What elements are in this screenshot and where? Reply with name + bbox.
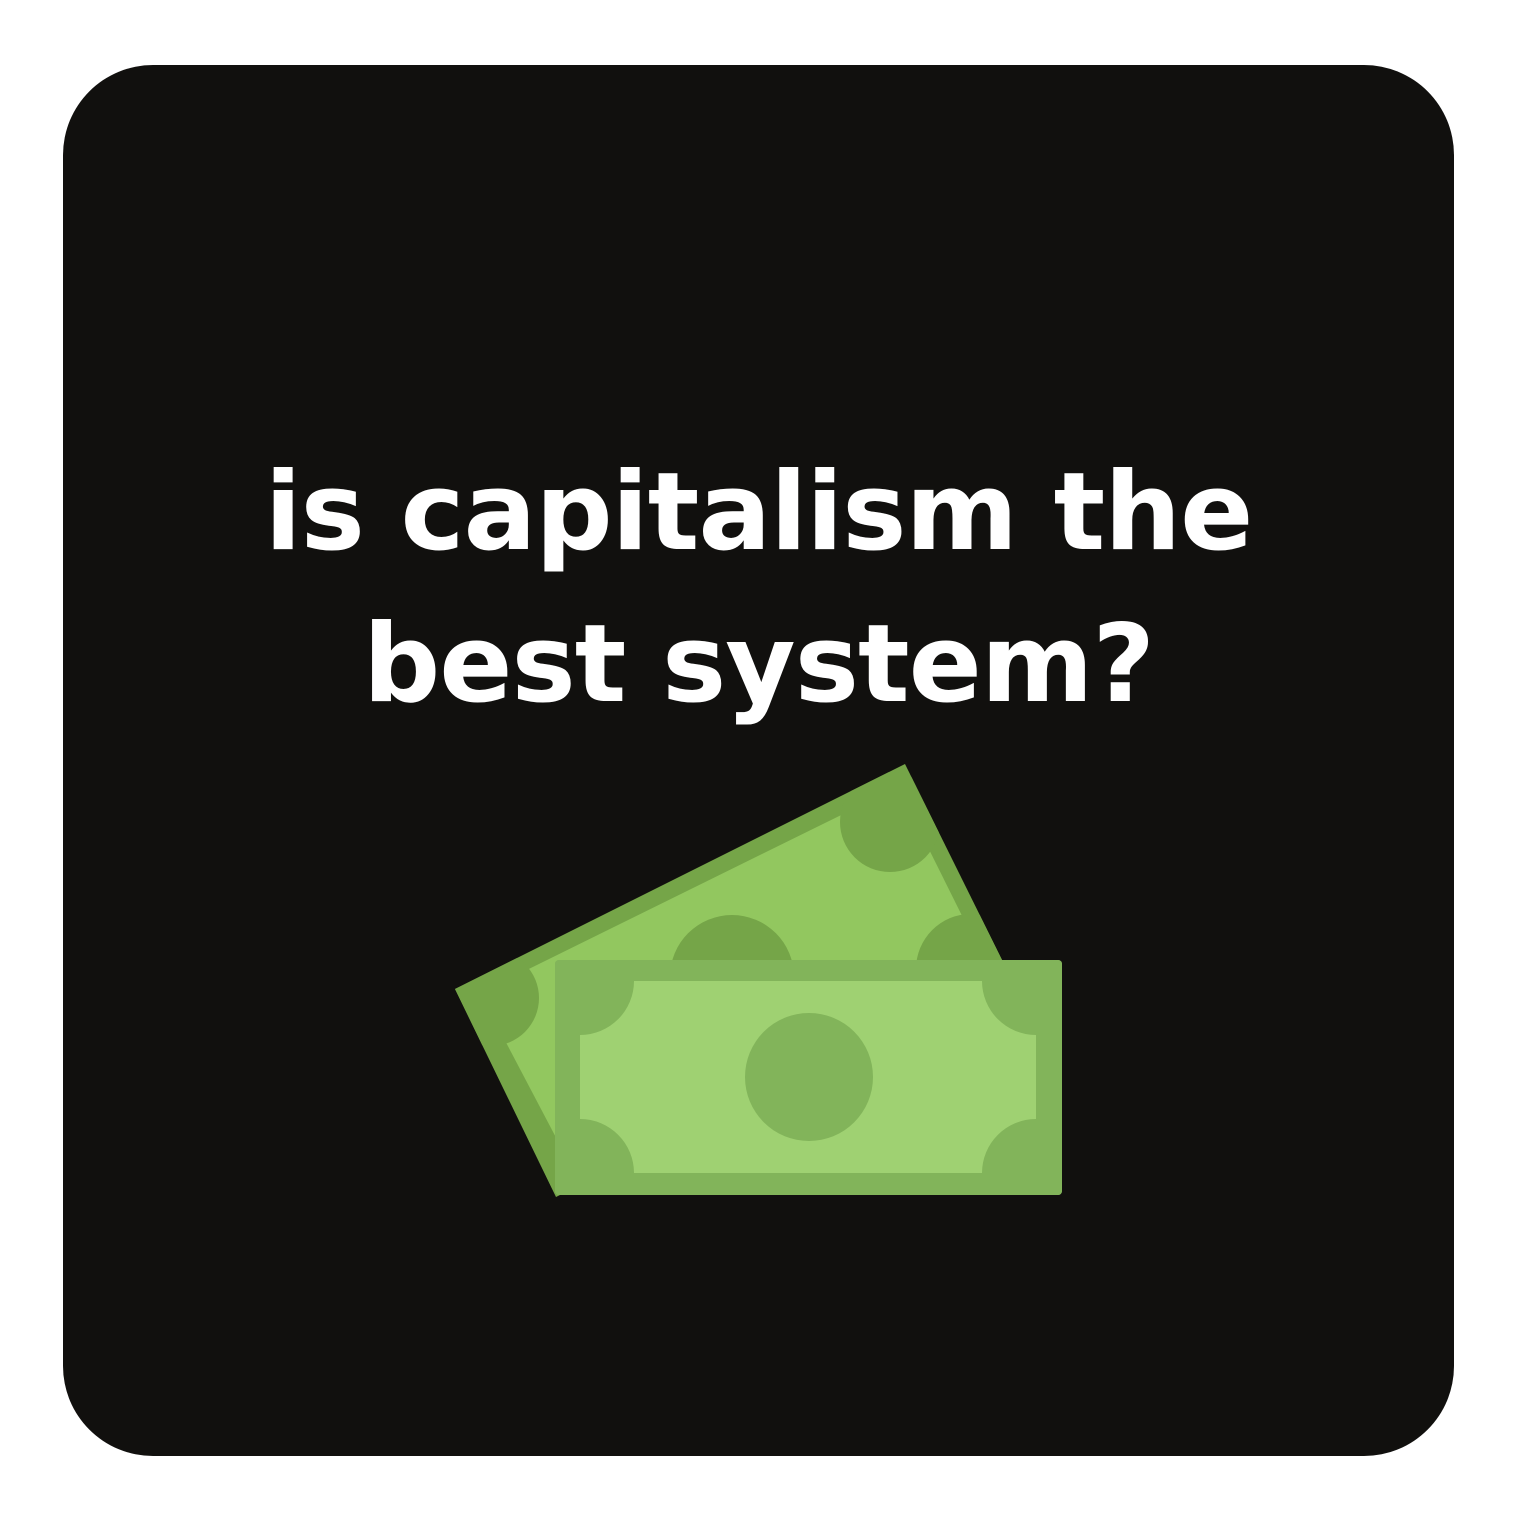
post-card: is capitalism the best system? [63, 65, 1454, 1456]
page: is capitalism the best system? [0, 0, 1522, 1520]
headline-line-2: best system? [362, 602, 1155, 727]
headline-line-1: is capitalism the [264, 450, 1254, 575]
front-bill [555, 960, 1062, 1195]
money-bills-icon [455, 764, 1062, 1197]
headline: is capitalism the best system? [63, 437, 1454, 741]
